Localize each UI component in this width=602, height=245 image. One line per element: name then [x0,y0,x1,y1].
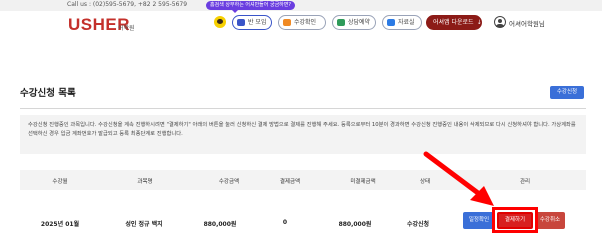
cell-paid: 0 [282,219,288,226]
user-icon[interactable] [494,16,506,28]
user-menu[interactable]: 어셔어학원님 [509,18,545,28]
nav-class-room[interactable]: 반 모임 [232,15,272,30]
col-month: 수강월 [52,179,68,185]
table-header: 수강월 과목명 수강금액 결제금액 미결제금액 상태 관리 [20,170,586,190]
col-actions: 관리 [519,179,531,185]
nav-label: 수강확인 [294,19,317,26]
cell-fee: 880,000원 [203,221,237,228]
nav-archive[interactable]: 자료실 [382,15,422,30]
nav-label: 반 모임 [248,19,267,26]
nav-consultation[interactable]: 상담예약 [332,15,376,30]
class-icon [237,19,245,26]
page-title: 수강신청 목록 [20,88,76,99]
col-course: 과목명 [137,179,153,185]
nav-label: 상담예약 [348,19,371,26]
nav-label: 자료실 [398,19,415,26]
person-icon [337,19,345,26]
col-unpaid: 미결제금액 [350,179,376,185]
folder-icon [387,19,395,26]
divider [20,108,586,109]
app-download-label: 어셔앱 다운로드 [433,19,474,26]
download-icon: ↓ [476,19,482,26]
red-arrow-icon [423,151,494,206]
pencil-icon [283,19,291,26]
app-download-button[interactable]: 어셔앱 다운로드 ↓ [426,15,482,30]
call-info: Call us : (02)595-5679, +82 2 595-5679 [67,1,188,8]
cell-unpaid: 880,000원 [338,221,372,228]
apply-button[interactable]: 수강신청 [550,86,584,99]
kakao-icon[interactable] [214,16,226,28]
promo-tooltip: 홈검색 상부하는 어셔만들어 궁금하면? [206,1,296,13]
nav-enrollment-check[interactable]: 수강확인 [278,15,326,30]
cell-course: 성인 정규 백지 [125,221,163,228]
top-bar: Call us : (02)595-5679, +82 2 595-5679 [0,0,602,11]
col-fee: 수강금액 [218,179,240,185]
cancel-enrollment-button[interactable]: 수강취소 [535,212,565,229]
notice-box: 수강신청 진행중인 과목입니다. 수강신청을 계속 진행하시려면 "결제하기" … [20,115,586,154]
col-paid: 결제금액 [279,179,301,185]
logo-sub: 어학원 [118,25,135,32]
cell-status: 수강신청 [406,221,430,228]
schedule-check-button[interactable]: 일정확인 [463,212,495,229]
cell-month: 2025년 01월 [40,221,80,228]
